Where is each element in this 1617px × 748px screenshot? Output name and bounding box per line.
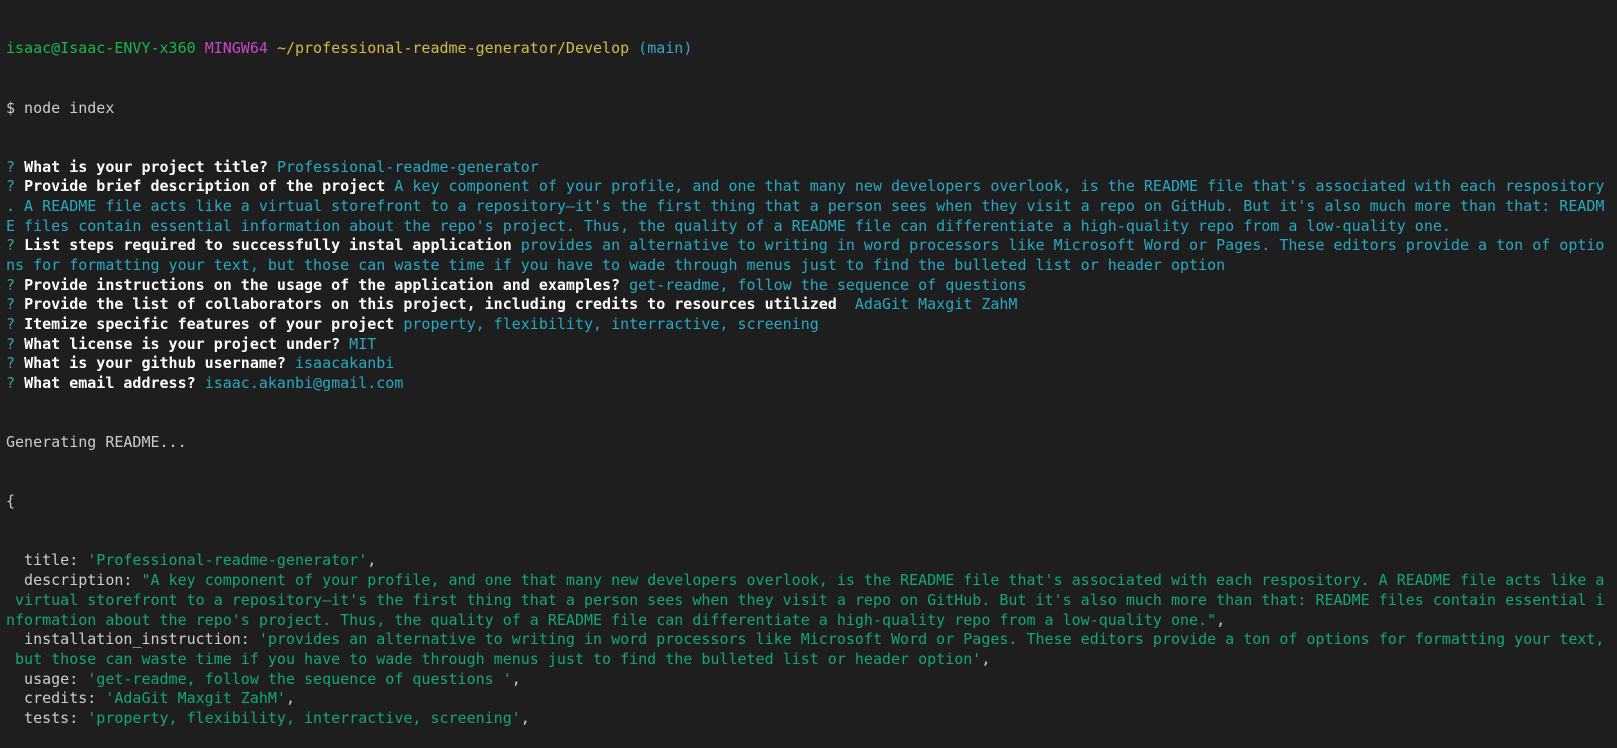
property-punctuation: , xyxy=(285,689,295,708)
property-value-continuation: nformation about the repo's project. Thu… xyxy=(6,611,1617,631)
property-key: usage: xyxy=(6,669,88,688)
question-line: ? List steps required to successfully in… xyxy=(6,236,1617,256)
prompt-path: ~/professional-readme-generator/Develop xyxy=(276,39,630,58)
question-list: ? What is your project title? Profession… xyxy=(6,158,1617,394)
question-text: What email address? xyxy=(24,374,196,393)
property-value: "A key component of your profile, and on… xyxy=(141,571,1605,590)
command-line: $ node index xyxy=(6,98,115,117)
generating-status: Generating README... xyxy=(6,433,187,452)
property-value-wrap: nformation about the repo's project. Thu… xyxy=(6,610,1217,629)
property-punctuation: , xyxy=(981,649,991,668)
property-value-wrap: virtual storefront to a repository—it's … xyxy=(6,590,1605,609)
question-text: List steps required to successfully inst… xyxy=(24,236,512,255)
property-punctuation: , xyxy=(520,708,530,727)
answer-continuation: ns for formatting your text, but those c… xyxy=(6,256,1226,275)
question-mark-icon: ? xyxy=(6,354,25,373)
shell-prompt-line: isaac@Isaac-ENVY-x360 MINGW64 ~/professi… xyxy=(6,39,1617,59)
prompt-shell: MINGW64 xyxy=(204,39,268,58)
property-punctuation: , xyxy=(1216,610,1226,629)
question-line: ? What is your github username? isaacaka… xyxy=(6,354,1617,374)
object-open-brace: { xyxy=(6,492,16,511)
question-text: Provide the list of collaborators on thi… xyxy=(24,295,837,314)
question-line: ? Provide brief description of the proje… xyxy=(6,177,1617,197)
question-text: Itemize specific features of your projec… xyxy=(24,315,395,334)
question-mark-icon: ? xyxy=(6,315,25,334)
answer-text: A key component of your profile, and one… xyxy=(394,177,1605,196)
property-value-continuation: but those can waste time if you have to … xyxy=(6,650,1617,670)
prompt-user-host: isaac@Isaac-ENVY-x360 xyxy=(6,39,196,58)
question-mark-icon: ? xyxy=(6,295,25,314)
question-mark-icon: ? xyxy=(6,334,25,353)
object-property-line: title: 'Professional-readme-generator', xyxy=(6,551,1617,571)
question-text: What is your project title? xyxy=(24,157,268,176)
answer-text: MIT xyxy=(349,334,377,353)
question-text: Provide instructions on the usage of the… xyxy=(24,275,621,294)
object-property-line: installation_instruction: 'provides an a… xyxy=(6,630,1617,650)
answer-text: Professional-readme-generator xyxy=(276,157,539,176)
question-mark-icon: ? xyxy=(6,374,25,393)
question-line: ? What is your project title? Profession… xyxy=(6,158,1617,178)
question-mark-icon: ? xyxy=(6,275,25,294)
answer-continuation: . A README file acts like a virtual stor… xyxy=(6,196,1605,215)
question-text: What license is your project under? xyxy=(24,334,341,353)
question-mark-icon: ? xyxy=(6,157,25,176)
property-key: tests: xyxy=(6,708,88,727)
property-punctuation: , xyxy=(367,551,377,570)
property-value: 'provides an alternative to writing in w… xyxy=(258,630,1605,649)
property-value-wrap: but those can waste time if you have to … xyxy=(6,649,982,668)
question-line: ? What license is your project under? MI… xyxy=(6,335,1617,355)
object-property-line: credits: 'AdaGit Maxgit ZahM', xyxy=(6,689,1617,709)
property-key: installation_instruction: xyxy=(6,630,259,649)
property-key: credits: xyxy=(6,689,106,708)
property-value: 'property, flexibility, interractive, sc… xyxy=(87,708,521,727)
prompt-branch: (main) xyxy=(638,39,693,58)
answer-text: provides an alternative to writing in wo… xyxy=(520,236,1605,255)
terminal-output[interactable]: isaac@Isaac-ENVY-x360 MINGW64 ~/professi… xyxy=(0,0,1617,748)
question-line: ? Itemize specific features of your proj… xyxy=(6,315,1617,335)
answer-continuation: E files contain essential information ab… xyxy=(6,216,1451,235)
property-punctuation: , xyxy=(511,669,521,688)
property-value: 'AdaGit Maxgit ZahM' xyxy=(105,689,286,708)
readme-object-output: title: 'Professional-readme-generator', … xyxy=(6,551,1617,728)
object-property-line: usage: 'get-readme, follow the sequence … xyxy=(6,670,1617,690)
question-line: ? What email address? isaac.akanbi@gmail… xyxy=(6,374,1617,394)
question-line: ? Provide the list of collaborators on t… xyxy=(6,295,1617,315)
property-value: 'get-readme, follow the sequence of ques… xyxy=(87,669,512,688)
question-text: What is your github username? xyxy=(24,354,286,373)
answer-text: get-readme, follow the sequence of quest… xyxy=(629,275,1027,294)
property-value-continuation: virtual storefront to a repository—it's … xyxy=(6,591,1617,611)
answer-text: property, flexibility, interractive, scr… xyxy=(403,315,819,334)
property-key: title: xyxy=(6,551,88,570)
question-line: ? Provide instructions on the usage of t… xyxy=(6,276,1617,296)
answer-text: isaacakanbi xyxy=(295,354,395,373)
object-property-line: tests: 'property, flexibility, interract… xyxy=(6,709,1617,729)
answer-text: isaac.akanbi@gmail.com xyxy=(204,374,404,393)
question-text: Provide brief description of the project xyxy=(24,177,386,196)
object-property-line: description: "A key component of your pr… xyxy=(6,571,1617,591)
property-value: 'Professional-readme-generator' xyxy=(87,551,368,570)
answer-text: AdaGit Maxgit ZahM xyxy=(845,295,1018,314)
question-mark-icon: ? xyxy=(6,177,25,196)
property-key: description: xyxy=(6,571,142,590)
question-mark-icon: ? xyxy=(6,236,25,255)
